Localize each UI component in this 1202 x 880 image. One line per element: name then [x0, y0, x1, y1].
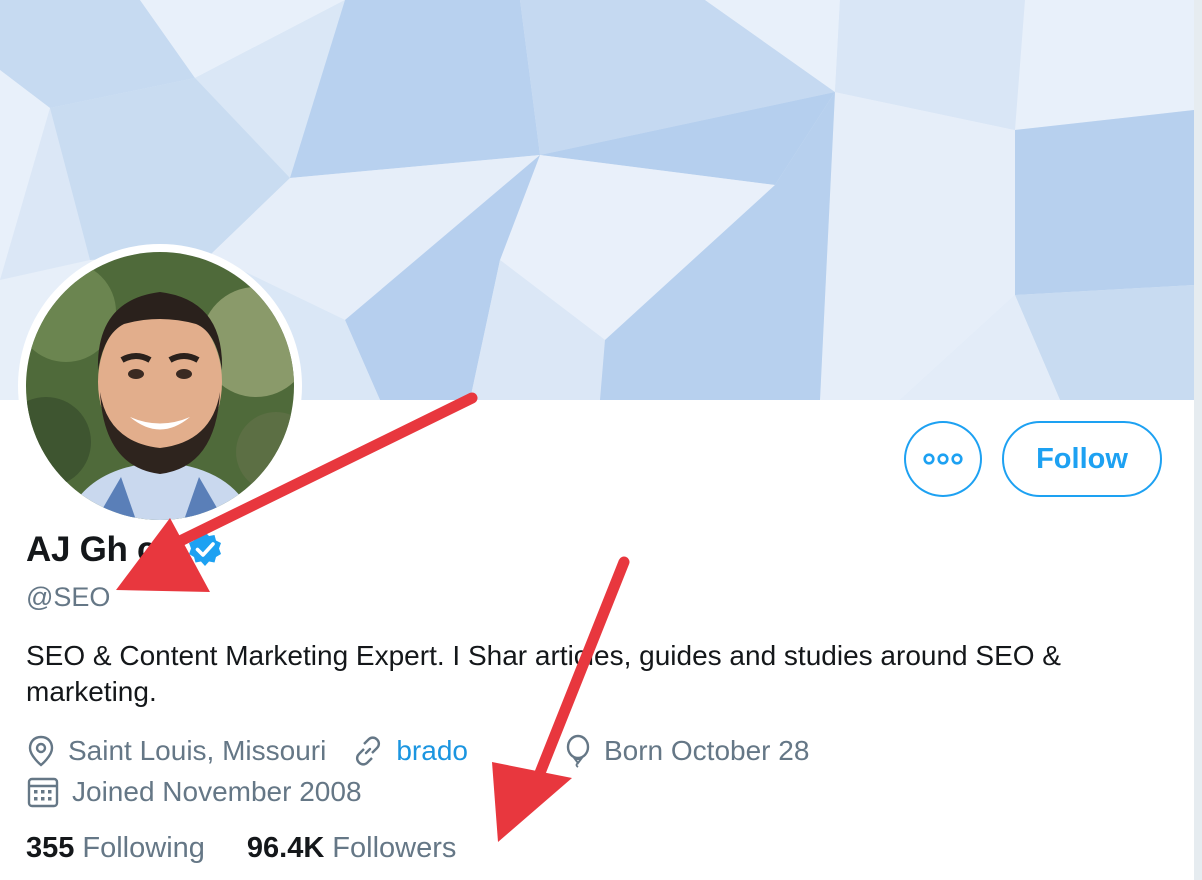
balloon-icon	[566, 734, 590, 768]
birthday-item: Born October 28	[564, 734, 809, 768]
joined-text: Joined November 2008	[72, 776, 362, 807]
following-label: Following	[82, 832, 205, 864]
calendar-icon	[27, 777, 59, 808]
avatar-photo	[26, 252, 294, 520]
follow-button[interactable]: Follow	[1002, 421, 1162, 497]
followers-label: Followers	[332, 832, 457, 864]
profile-meta-row-joined: Joined November 2008	[26, 775, 388, 809]
following-stat[interactable]: 355 Following	[26, 832, 205, 865]
profile-bio: SEO & Content Marketing Expert. I Shar a…	[26, 640, 1061, 707]
location-pin-icon	[28, 735, 54, 767]
birthday-text: Born October 28	[603, 735, 810, 766]
verified-badge-icon	[189, 532, 222, 566]
website-link[interactable]: brado	[396, 735, 468, 767]
profile-name: AJ Gh ch	[26, 530, 178, 569]
page-edge	[1194, 0, 1202, 880]
profile-handle: @SEO	[26, 582, 111, 612]
following-count: 355	[26, 832, 75, 864]
website-item[interactable]: brado	[352, 735, 468, 767]
joined-item: Joined November 2008	[26, 775, 362, 809]
avatar[interactable]	[18, 244, 302, 528]
location-text: Saint Louis, Missouri	[68, 735, 327, 766]
location-item: Saint Louis, Missouri	[26, 734, 326, 768]
followers-stat[interactable]: 96.4K Followers	[247, 832, 456, 865]
more-options-button[interactable]	[904, 421, 982, 497]
more-dots-icon	[923, 453, 963, 465]
profile-name-row: AJ Gh ch	[26, 530, 225, 570]
profile-stats: 355 Following 96.4K Followers	[26, 832, 498, 865]
followers-count: 96.4K	[246, 832, 325, 864]
link-icon	[356, 736, 381, 766]
profile-meta-row: Saint Louis, Missouri brado Born October…	[26, 734, 835, 768]
